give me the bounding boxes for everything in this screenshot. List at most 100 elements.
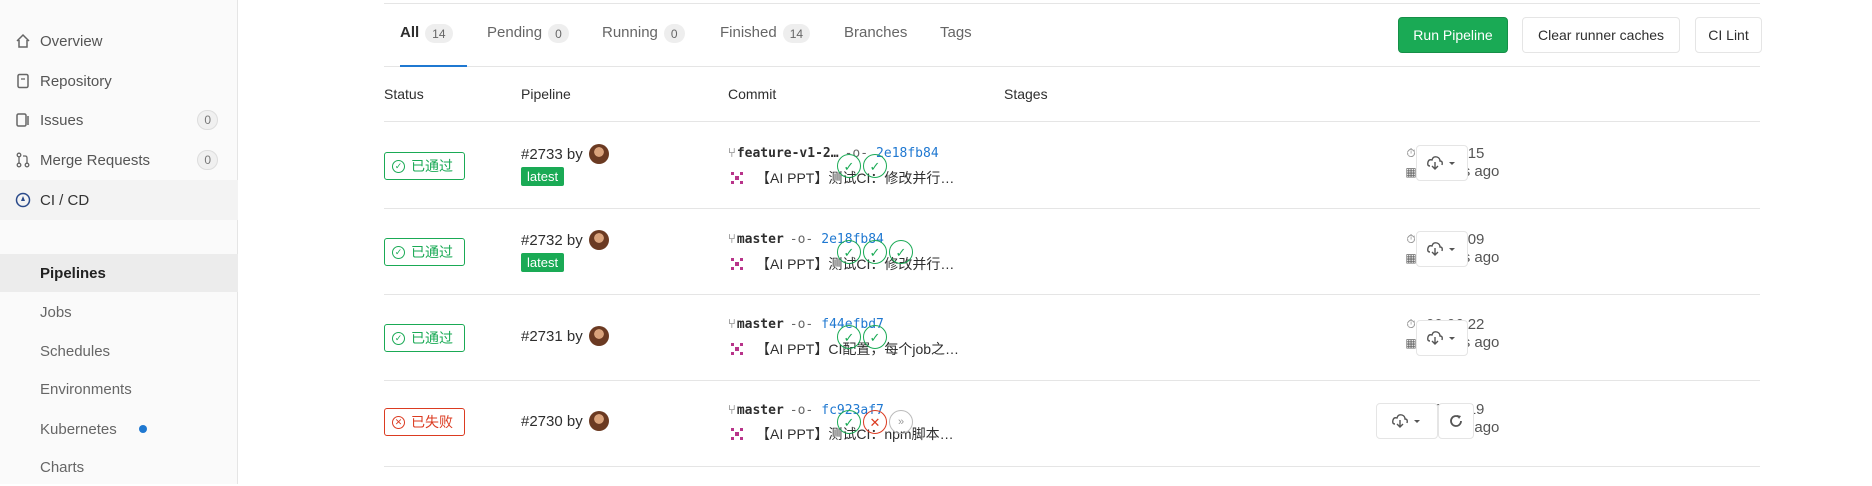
stage-success-icon[interactable]: ✓ bbox=[837, 240, 861, 264]
check-icon: ✓ bbox=[392, 159, 405, 173]
tab-count-badge: 14 bbox=[425, 24, 453, 43]
sidebar-sub-item-label: Jobs bbox=[40, 303, 72, 321]
sidebar-item-issues[interactable]: Issues 0 bbox=[0, 100, 238, 140]
column-header-status: Status bbox=[384, 86, 424, 102]
rocket-icon bbox=[14, 191, 32, 209]
branch-icon: ⑂ bbox=[728, 403, 736, 418]
branch-icon: ⑂ bbox=[728, 317, 736, 332]
retry-button[interactable] bbox=[1438, 403, 1474, 439]
status-badge[interactable]: ✓ 已通过 bbox=[384, 324, 465, 352]
column-header-commit: Commit bbox=[728, 86, 777, 102]
avatar[interactable] bbox=[588, 411, 609, 431]
tab-label: All bbox=[400, 24, 420, 41]
error-icon: ✕ bbox=[392, 415, 405, 429]
commit-sha-link[interactable]: 2e18fb84 bbox=[876, 146, 939, 161]
sidebar-item-label: CI / CD bbox=[40, 191, 90, 209]
tab-all[interactable]: All 14 bbox=[400, 24, 467, 67]
sidebar-item-label: Merge Requests bbox=[40, 151, 151, 169]
cloud-download-icon bbox=[1427, 156, 1455, 170]
clear-runner-caches-button[interactable]: Clear runner caches bbox=[1522, 17, 1680, 53]
avatar[interactable] bbox=[588, 326, 609, 346]
run-pipeline-button[interactable]: Run Pipeline bbox=[1398, 17, 1508, 53]
stage-success-icon[interactable]: ✓ bbox=[837, 325, 861, 349]
stage-success-icon[interactable]: ✓ bbox=[863, 240, 887, 264]
sidebar-item-ci-cd[interactable]: CI / CD bbox=[0, 180, 238, 220]
tab-label: Finished bbox=[720, 24, 777, 41]
tab-pending[interactable]: Pending 0 bbox=[487, 24, 569, 67]
status-badge[interactable]: ✓ 已通过 bbox=[384, 238, 465, 266]
sidebar-sub-item-schedules[interactable]: Schedules bbox=[0, 332, 238, 370]
column-header-stages: Stages bbox=[1004, 86, 1048, 102]
download-artifacts-button[interactable] bbox=[1416, 145, 1468, 181]
ci-lint-button[interactable]: CI Lint bbox=[1695, 17, 1762, 53]
column-header-pipeline: Pipeline bbox=[521, 86, 571, 102]
divider bbox=[384, 121, 1760, 122]
commit-icon: -o- bbox=[789, 232, 814, 247]
sidebar-sub-item-jobs[interactable]: Jobs bbox=[0, 293, 238, 331]
commit-icon: -o- bbox=[789, 317, 814, 332]
avatar[interactable] bbox=[588, 144, 609, 164]
status-label: 已通过 bbox=[411, 244, 453, 260]
issues-icon bbox=[14, 111, 32, 129]
status-badge[interactable]: ✕ 已失败 bbox=[384, 408, 465, 436]
commit-author-identicon bbox=[728, 255, 746, 273]
commit-ref: ⑂ master -o-fc923af7 bbox=[728, 403, 884, 418]
stage-success-icon[interactable]: ✓ bbox=[889, 240, 913, 264]
branch-link[interactable]: master bbox=[737, 232, 784, 247]
doc-icon bbox=[14, 72, 32, 90]
stage-skipped-icon[interactable]: » bbox=[889, 410, 913, 434]
sidebar-sub-item-kubernetes[interactable]: Kubernetes bbox=[0, 410, 238, 448]
stage-success-icon[interactable]: ✓ bbox=[837, 410, 861, 434]
download-artifacts-button[interactable] bbox=[1416, 320, 1468, 356]
branch-link[interactable]: master bbox=[737, 317, 784, 332]
branch-link[interactable]: feature-v1-2… bbox=[737, 146, 839, 161]
tab-tags[interactable]: Tags bbox=[940, 24, 972, 67]
sidebar-item-merge-requests[interactable]: Merge Requests 0 bbox=[0, 140, 238, 180]
sidebar-item-overview[interactable]: Overview bbox=[0, 21, 238, 61]
tab-branches[interactable]: Branches bbox=[844, 24, 907, 67]
cloud-download-icon bbox=[1427, 242, 1455, 256]
branch-icon: ⑂ bbox=[728, 146, 736, 161]
pipeline-id-link[interactable]: #2730 by bbox=[521, 413, 583, 430]
latest-badge: latest bbox=[521, 167, 565, 186]
tab-label: Tags bbox=[940, 24, 972, 41]
status-badge[interactable]: ✓ 已通过 bbox=[384, 152, 465, 180]
check-icon: ✓ bbox=[392, 331, 405, 345]
tab-label: Running bbox=[602, 24, 658, 41]
download-artifacts-button[interactable] bbox=[1376, 403, 1438, 439]
stage-success-icon[interactable]: ✓ bbox=[863, 154, 887, 178]
download-artifacts-button[interactable] bbox=[1416, 231, 1468, 267]
sidebar-sub-item-pipelines[interactable]: Pipelines bbox=[0, 254, 238, 292]
sidebar-item-label: Issues bbox=[40, 111, 84, 129]
sidebar-sub-item-label: Environments bbox=[40, 380, 132, 398]
tab-running[interactable]: Running 0 bbox=[602, 24, 685, 67]
status-label: 已通过 bbox=[411, 158, 453, 174]
commit-ref: ⑂ master -o-f44efbd7 bbox=[728, 317, 884, 332]
tab-count-badge: 0 bbox=[663, 24, 685, 43]
status-label: 已失败 bbox=[411, 414, 453, 430]
sidebar-item-repository[interactable]: Repository bbox=[0, 61, 238, 101]
pipeline-id-link[interactable]: #2733 by bbox=[521, 146, 583, 163]
pipeline-row: ✕ 已失败 #2730 by ⑂ master -o-fc923af7 【AI PP… bbox=[384, 381, 1760, 467]
check-icon: ✓ bbox=[392, 245, 405, 259]
commit-ref: ⑂ feature-v1-2… -o- 2e18fb84 bbox=[728, 146, 939, 161]
stage-success-icon[interactable]: ✓ bbox=[863, 325, 887, 349]
stage-success-icon[interactable]: ✓ bbox=[837, 154, 861, 178]
branch-link[interactable]: master bbox=[737, 403, 784, 418]
stage-failed-icon[interactable]: ✕ bbox=[863, 410, 887, 434]
pipeline-id-link[interactable]: #2732 by bbox=[521, 232, 583, 249]
pipeline-id: #2733 by bbox=[521, 144, 609, 164]
pipeline-id: #2732 by bbox=[521, 230, 609, 250]
pipeline-id-link[interactable]: #2731 by bbox=[521, 328, 583, 345]
sidebar-sub-item-label: Schedules bbox=[40, 342, 111, 360]
tab-finished[interactable]: Finished 14 bbox=[720, 24, 811, 67]
sidebar-sub-item-charts[interactable]: Charts bbox=[0, 448, 238, 486]
sidebar-sub-item-label: Pipelines bbox=[40, 264, 106, 282]
pipeline-id: #2731 by bbox=[521, 326, 609, 346]
cloud-download-icon bbox=[1392, 414, 1420, 428]
sidebar: Overview Repository Issues 0 Merge Reque… bbox=[0, 0, 238, 484]
sidebar-sub-item-environments[interactable]: Environments bbox=[0, 370, 238, 408]
avatar[interactable] bbox=[588, 230, 609, 250]
pipeline-row: ✓ 已通过 #2732 by latest ⑂ master -o- 2e18fb84… bbox=[384, 209, 1760, 295]
tab-count-badge: 14 bbox=[782, 24, 811, 43]
